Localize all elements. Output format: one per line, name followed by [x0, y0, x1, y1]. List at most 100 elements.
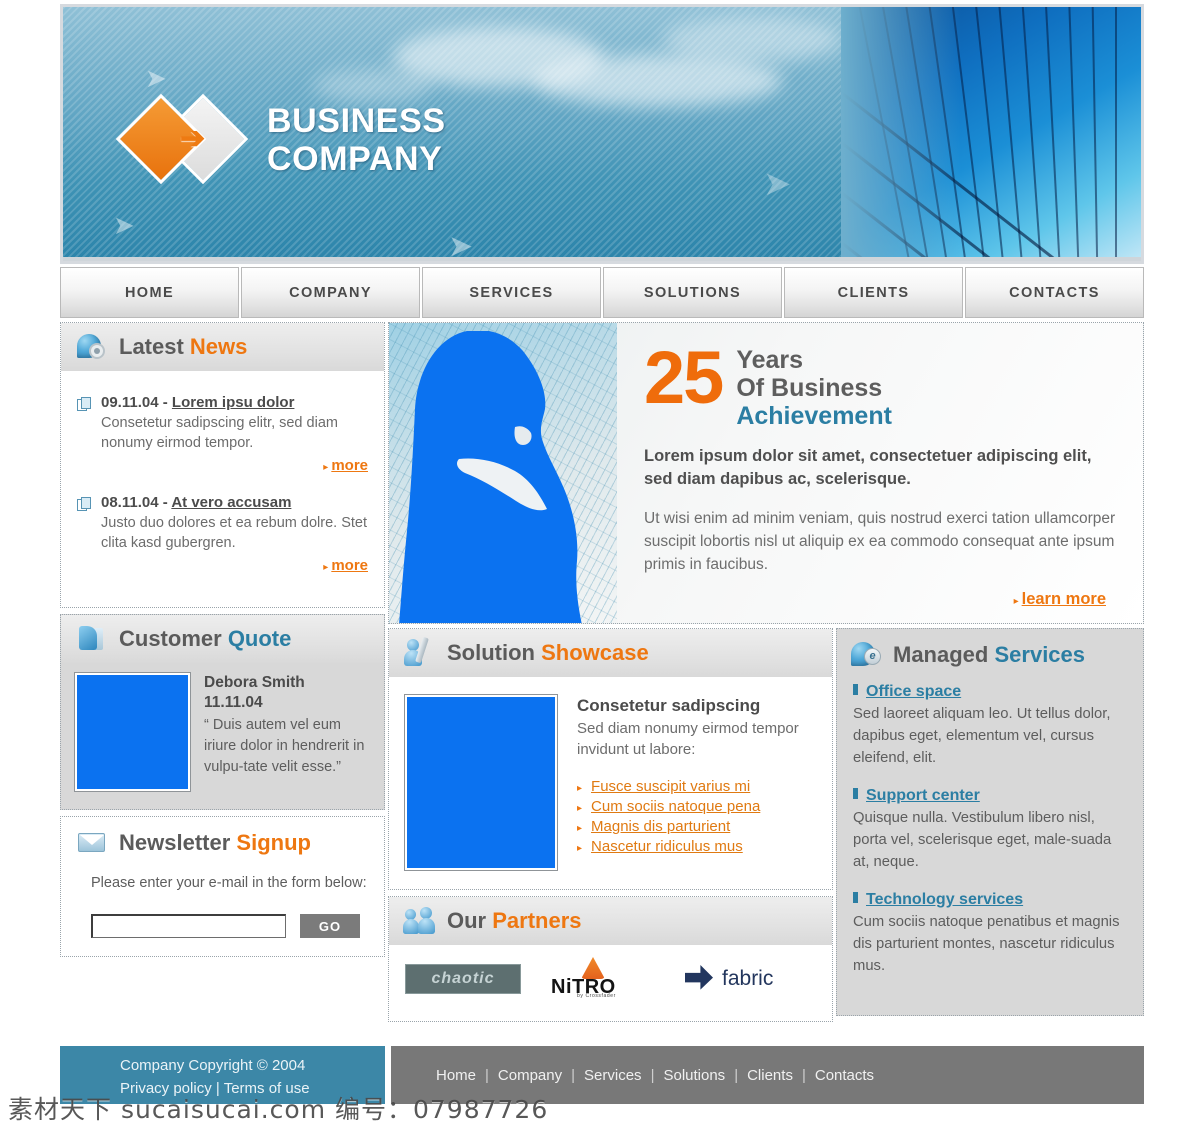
news-more-link[interactable]: more: [331, 457, 368, 474]
stock-site-watermark: 素材天下 sucaisucai.com 编号：07987726: [8, 1095, 549, 1124]
news-summary: Justo duo dolores et ea rebum dolre. Ste…: [101, 515, 367, 551]
list-item: ▸ Fusce suscipit varius mi: [577, 778, 816, 795]
managed-services-header: e Managed Services: [837, 629, 1143, 681]
hero-text-block: 25 Years Of Business Achievement Lorem i…: [644, 336, 1124, 609]
showcase-headline: Consetetur sadipscing: [577, 696, 761, 715]
hero-headline: 25 Years Of Business Achievement: [644, 336, 1124, 431]
nav-item-solutions[interactable]: SOLUTIONS: [603, 267, 782, 318]
service-description: Quisque nulla. Vestibulum libero nisl, p…: [853, 810, 1112, 870]
showcase-link-list: ▸ Fusce suscipit varius mi ▸ Cum sociis na…: [577, 778, 816, 855]
caret-right-icon: ▸: [323, 562, 329, 573]
hero-line-1: Years: [736, 346, 804, 374]
customer-quote-text-block: Debora Smith 11.11.04 “ Duis autem vel e…: [204, 673, 370, 791]
showcase-subtext: Sed diam nonumy eirmod tempor invidunt u…: [577, 720, 799, 758]
showcase-link[interactable]: Nascetur ridiculus mus: [591, 838, 743, 855]
latest-news-header: Latest News: [61, 323, 384, 371]
hero-lead-text: Lorem ipsum dolor sit amet, consectetuer…: [644, 447, 1092, 488]
hero-number: 25: [644, 336, 724, 419]
news-summary: Consetetur sadipscing elitr, sed diam no…: [101, 415, 338, 451]
newsletter-body: Please enter your e-mail in the form bel…: [61, 869, 384, 956]
showcase-text-block: Consetetur sadipscing Sed diam nonumy ei…: [577, 695, 816, 871]
news-headline-link[interactable]: At vero accusam: [171, 494, 291, 511]
footer-link-services[interactable]: Services: [584, 1067, 642, 1084]
service-block: Technology services Cum sociis natoque p…: [853, 891, 1127, 977]
globe-internet-icon: e: [851, 641, 881, 669]
partner-logo-nitro[interactable]: NiTRO by Crossfader: [551, 957, 655, 999]
service-link[interactable]: Technology services: [866, 891, 1023, 909]
showcase-link[interactable]: Magnis dis parturient: [591, 818, 730, 835]
partner-logo-nitro-sub: by Crossfader: [577, 993, 616, 999]
envelope-icon: [77, 829, 107, 857]
partner-logo-fabric-label: fabric: [722, 967, 774, 990]
customer-quote-header: Customer Quote: [61, 615, 384, 663]
caret-right-icon: ▸: [1013, 596, 1019, 607]
list-item: ▸ Magnis dis parturient: [577, 818, 816, 835]
hero-learn-more-link[interactable]: learn more: [1022, 590, 1106, 608]
our-partners-body: chaotic NiTRO by Crossfader fabric: [389, 945, 832, 1021]
service-description: Sed laoreet aliquam leo. Ut tellus dolor…: [853, 706, 1111, 766]
document-copy-icon: [77, 397, 92, 412]
footer-separator: |: [571, 1066, 576, 1084]
newsletter-go-button[interactable]: GO: [300, 914, 360, 938]
building-photo: [841, 7, 1141, 257]
footer-separator: |: [650, 1066, 655, 1084]
service-link[interactable]: Support center: [866, 787, 980, 805]
footer-link-clients[interactable]: Clients: [747, 1067, 793, 1084]
partner-logo-fabric[interactable]: fabric: [685, 965, 773, 993]
news-more-link[interactable]: more: [331, 557, 368, 574]
service-block: Office space Sed laoreet aliquam leo. Ut…: [853, 683, 1127, 769]
news-item: 09.11.04 - Lorem ipsu dolor Consetetur s…: [77, 393, 368, 475]
site-logo[interactable]: ➔ BUSINESS COMPANY: [115, 87, 446, 192]
nav-item-clients[interactable]: CLIENTS: [784, 267, 963, 318]
person-silhouette-placeholder: [399, 331, 582, 623]
showcase-link[interactable]: Fusce suscipit varius mi: [591, 778, 750, 795]
customer-quote-body-text: “ Duis autem vel eum iriure dolor in hen…: [204, 717, 365, 775]
footer-link-company[interactable]: Company: [498, 1067, 562, 1084]
site-page: ➤ ➤ ➤ ➤ ➔ BUSINESS COMPANY HOME COMPANY …: [60, 4, 1144, 1112]
logo-diamond-icon: ➔: [115, 87, 249, 192]
main-navigation: HOME COMPANY SERVICES SOLUTIONS CLIENTS …: [60, 267, 1144, 318]
latest-news-panel: Latest News 09.11.04 - Lorem ipsu dolor …: [60, 322, 385, 608]
showcase-image-placeholder: [404, 694, 558, 871]
caret-right-icon: ▸: [577, 803, 583, 814]
service-link[interactable]: Office space: [866, 683, 961, 701]
hero-photo: [389, 323, 617, 623]
cloud-shape: [663, 17, 843, 63]
ribbon-icon: [77, 625, 107, 653]
solution-showcase-body: Consetetur sadipscing Sed diam nonumy ei…: [389, 677, 832, 889]
latest-news-title: Latest News: [119, 334, 248, 359]
customer-quote-title: Customer Quote: [119, 626, 292, 651]
footer-separator: |: [734, 1066, 739, 1084]
service-block: Support center Quisque nulla. Vestibulum…: [853, 787, 1127, 873]
newsletter-header: Newsletter Signup: [61, 817, 384, 869]
our-partners-header: Our Partners: [389, 897, 832, 945]
nav-item-company[interactable]: COMPANY: [241, 267, 420, 318]
partner-logo-chaotic[interactable]: chaotic: [405, 964, 521, 994]
logo-line-2: COMPANY: [267, 139, 443, 178]
footer-link-solutions[interactable]: Solutions: [663, 1067, 725, 1084]
solution-showcase-panel: Solution Showcase Consetetur sadipscing …: [388, 628, 833, 890]
showcase-link[interactable]: Cum sociis natoque pena: [591, 798, 760, 815]
service-description: Cum sociis natoque penatibus et magnis d…: [853, 914, 1120, 974]
ghost-arrow-icon: ➤: [763, 165, 792, 203]
customer-photo-placeholder: [74, 672, 191, 792]
nav-item-home[interactable]: HOME: [60, 267, 239, 318]
footer-link-home[interactable]: Home: [436, 1067, 476, 1084]
nav-item-services[interactable]: SERVICES: [422, 267, 601, 318]
news-item: 08.11.04 - At vero accusam Justo duo dol…: [77, 493, 368, 575]
news-more-row: ▸ more: [77, 457, 368, 475]
footer-copyright: Company Copyright © 2004: [120, 1057, 306, 1074]
news-date: 09.11.04 - Lorem ipsu dolor: [101, 394, 295, 411]
news-headline-link[interactable]: Lorem ipsu dolor: [172, 394, 295, 411]
person-wrench-icon: [404, 636, 435, 667]
solution-showcase-header: Solution Showcase: [389, 629, 832, 677]
ghost-arrow-icon: ➤: [113, 210, 135, 240]
square-bullet-icon: [853, 892, 858, 903]
our-partners-title: Our Partners: [447, 908, 582, 933]
newsletter-instruction: Please enter your e-mail in the form bel…: [91, 875, 367, 891]
footer-link-contacts[interactable]: Contacts: [815, 1067, 874, 1084]
nav-item-contacts[interactable]: CONTACTS: [965, 267, 1144, 318]
email-input[interactable]: [91, 914, 286, 938]
footer-separator: |: [801, 1066, 806, 1084]
solution-showcase-title: Solution Showcase: [447, 640, 649, 665]
